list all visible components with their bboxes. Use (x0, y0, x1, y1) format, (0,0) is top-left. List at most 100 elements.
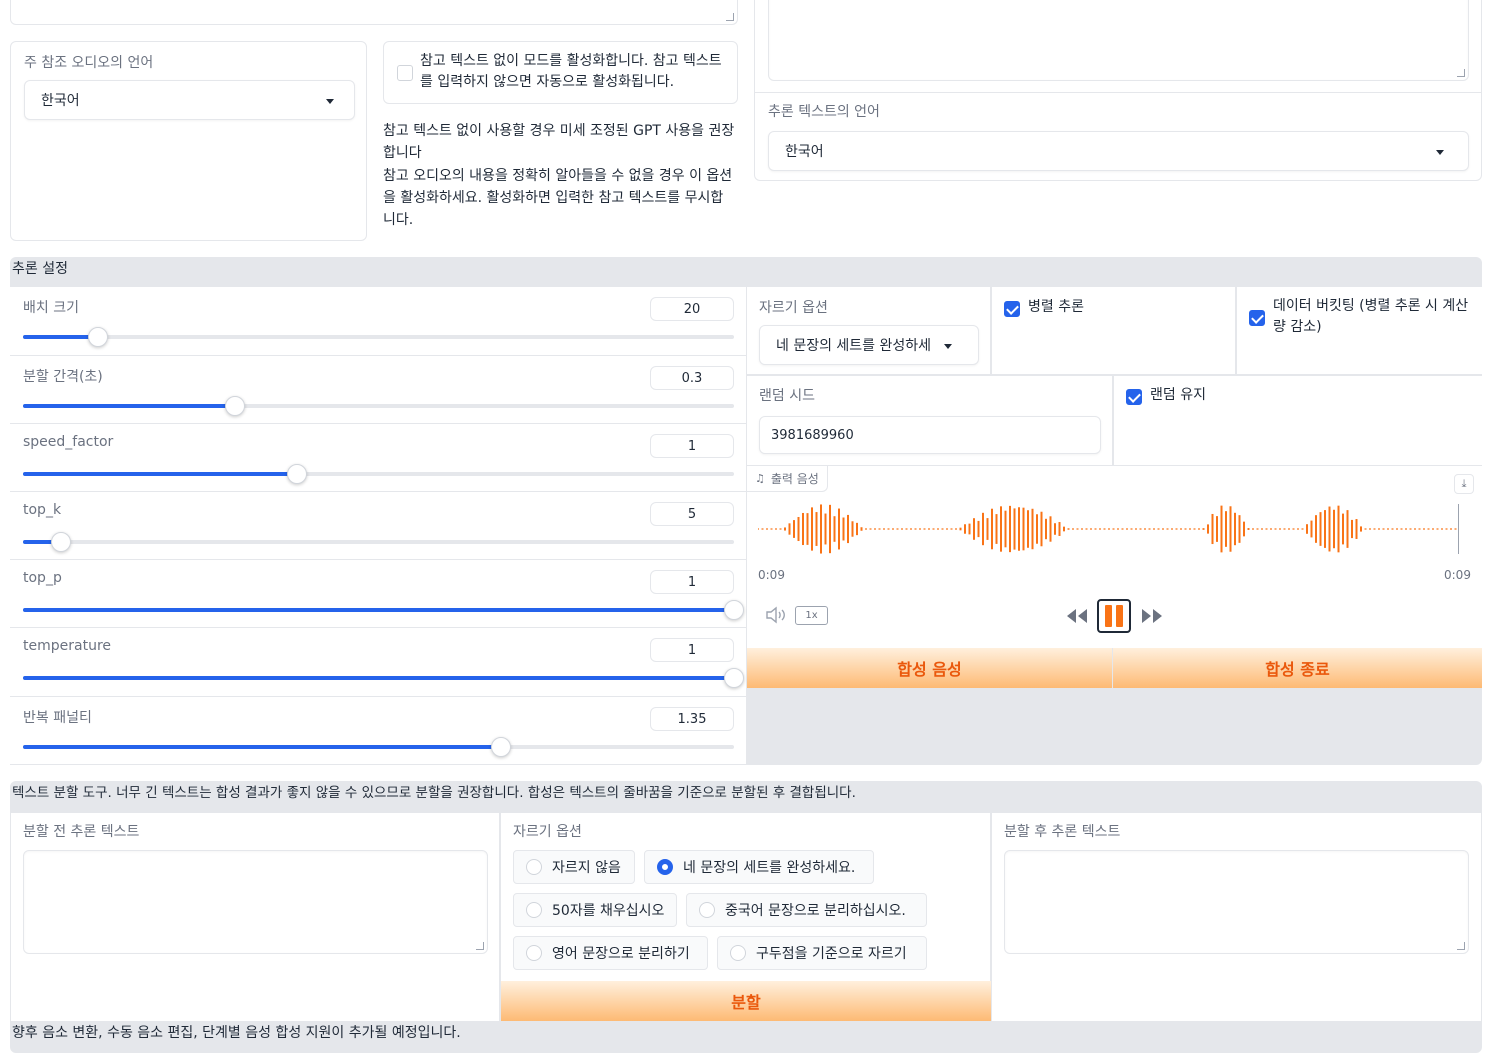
synthesize-button[interactable]: 합성 음성 (747, 648, 1112, 688)
slider-number-input[interactable]: 1 (650, 638, 734, 662)
slider-thumb[interactable] (490, 737, 511, 757)
slider-track[interactable] (23, 737, 734, 757)
split-radio-option[interactable]: 네 문장의 세트를 완성하세요. (644, 850, 874, 884)
audio-waveform[interactable] (758, 501, 1470, 557)
slider-fill (23, 745, 501, 749)
playback-speed-button[interactable]: 1x (795, 606, 828, 625)
infer-lang-value: 한국어 (785, 144, 824, 160)
slider-fill (23, 676, 734, 680)
target-text-input[interactable] (768, 0, 1469, 81)
slider-thumb[interactable] (286, 464, 307, 484)
divider (755, 92, 1481, 93)
chevron-down-icon (1436, 150, 1444, 155)
seed-input[interactable]: 3981689960 (759, 416, 1101, 454)
slider-number-input[interactable]: 5 (650, 502, 734, 526)
splitter-header: 텍스트 분할 도구. 너무 긴 텍스트는 합성 결과가 좋지 않을 수 있으므로… (12, 785, 856, 801)
slider-number-input[interactable]: 1 (650, 570, 734, 594)
radio-circle-icon (657, 859, 673, 875)
slider-track[interactable] (23, 600, 744, 620)
slider-track[interactable] (23, 532, 734, 552)
slider-track[interactable] (23, 668, 744, 688)
speed-label: 1x (805, 610, 818, 621)
split-radio-option[interactable]: 50자를 채우십시오 (513, 893, 677, 927)
parallel-label: 병렬 추론 (1028, 299, 1084, 315)
slider-thumb[interactable] (724, 668, 744, 688)
split-button[interactable]: 분할 (501, 981, 991, 1021)
slider-row: top_k 5 (10, 492, 746, 560)
bucket-label: 데이터 버킷팅 (병렬 추론 시 계산량 감소) (1273, 298, 1469, 335)
after-text-label: 분할 후 추론 텍스트 (1004, 824, 1121, 840)
slider-fill (23, 472, 297, 476)
footer-note: 향후 음소 변환, 수동 음소 편집, 단계별 음성 합성 지원이 추가될 예정… (12, 1025, 461, 1041)
ref-lang-select[interactable]: 한국어 (24, 80, 355, 120)
playhead (1458, 504, 1459, 554)
cut-option-label: 자르기 옵션 (759, 300, 828, 316)
infer-lang-label: 추론 텍스트의 언어 (768, 104, 880, 120)
pause-button[interactable] (1097, 599, 1131, 633)
split-radio-option[interactable]: 자르지 않음 (513, 850, 635, 884)
radio-circle-icon (526, 902, 542, 918)
parallel-panel: 병렬 추론 (992, 287, 1236, 375)
no-ref-note-1: 참고 텍스트 없이 사용할 경우 미세 조정된 GPT 사용을 권장합니다 (383, 123, 735, 161)
slider-number-input[interactable]: 20 (650, 297, 734, 321)
after-text-panel: 분할 후 추론 텍스트 (992, 813, 1481, 1021)
download-icon[interactable]: ⤓ (1454, 474, 1474, 494)
radio-circle-icon (730, 945, 746, 961)
slider-row: top_p 1 (10, 560, 746, 628)
radio-circle-icon (526, 945, 542, 961)
slider-label: temperature (23, 638, 111, 654)
slider-track[interactable] (23, 327, 734, 347)
slider-thumb[interactable] (724, 600, 744, 620)
slider-row: speed_factor 1 (10, 424, 746, 492)
radio-label: 영어 문장으로 분리하기 (552, 946, 690, 962)
split-radio-option[interactable]: 영어 문장으로 분리하기 (513, 936, 708, 970)
slider-number-input[interactable]: 1.35 (650, 707, 734, 731)
rewind-icon[interactable] (1065, 607, 1089, 625)
before-text-label: 분할 전 추론 텍스트 (23, 824, 140, 840)
resize-handle-icon[interactable] (1457, 69, 1465, 77)
split-radio-option[interactable]: 중국어 문장으로 분리하십시오. (686, 893, 927, 927)
time-end: 0:09 (1444, 568, 1471, 582)
no-ref-text-checkbox[interactable] (397, 65, 413, 81)
slider-track[interactable] (23, 464, 734, 484)
no-ref-note-2: 참고 오디오의 내용을 정확히 알아들을 수 없을 경우 이 옵션을 활성화하세… (383, 168, 733, 228)
parallel-checkbox[interactable] (1004, 301, 1020, 317)
slider-row: 배치 크기 20 (10, 287, 746, 356)
ref-lang-label: 주 참조 오디오의 언어 (24, 55, 154, 71)
cut-option-value: 네 문장의 세트를 완성하세 (776, 338, 932, 354)
after-text-input[interactable] (1004, 850, 1469, 954)
ref-text-area-remnant (10, 0, 738, 25)
slider-thumb[interactable] (50, 532, 71, 552)
keep-random-checkbox[interactable] (1126, 389, 1142, 405)
cut-option-select[interactable]: 네 문장의 세트를 완성하세 (759, 325, 979, 365)
slider-row: 분할 간격(초) 0.3 (10, 356, 746, 424)
volume-icon[interactable] (765, 606, 787, 624)
pause-icon-bar (1116, 605, 1123, 627)
slider-number-input[interactable]: 0.3 (650, 366, 734, 390)
seed-value: 3981689960 (771, 427, 854, 443)
split-radio-option[interactable]: 구두점을 기준으로 자르기 (717, 936, 927, 970)
target-text-panel: 추론 텍스트의 언어 한국어 (754, 0, 1482, 181)
before-text-input[interactable] (23, 850, 488, 954)
resize-handle-icon[interactable] (726, 13, 734, 21)
keep-random-panel: 랜덤 유지 (1114, 376, 1482, 465)
stop-synthesis-button[interactable]: 합성 종료 (1113, 648, 1482, 688)
infer-lang-select[interactable]: 한국어 (768, 131, 1469, 171)
before-text-panel: 분할 전 추론 텍스트 (11, 813, 500, 1021)
slider-number-input[interactable]: 1 (650, 434, 734, 458)
split-options-label: 자르기 옵션 (513, 824, 582, 840)
slider-track[interactable] (23, 396, 734, 416)
audio-panel: ♫ 출력 음성 ⤓ 0:09 0:09 1x (747, 465, 1482, 648)
resize-handle-icon[interactable] (476, 942, 484, 950)
pause-icon (1105, 605, 1112, 627)
radio-circle-icon (526, 859, 542, 875)
chevron-down-icon (944, 344, 952, 349)
slider-thumb[interactable] (88, 327, 109, 347)
bucket-checkbox[interactable] (1249, 310, 1265, 326)
resize-handle-icon[interactable] (1457, 942, 1465, 950)
ref-lang-panel: 주 참조 오디오의 언어 한국어 (10, 41, 367, 241)
forward-icon[interactable] (1140, 607, 1164, 625)
no-ref-text-panel: 참고 텍스트 없이 모드를 활성화합니다. 참고 텍스트를 입력하지 않으면 자… (383, 41, 738, 104)
radio-label: 구두점을 기준으로 자르기 (756, 946, 907, 962)
slider-thumb[interactable] (224, 396, 245, 416)
